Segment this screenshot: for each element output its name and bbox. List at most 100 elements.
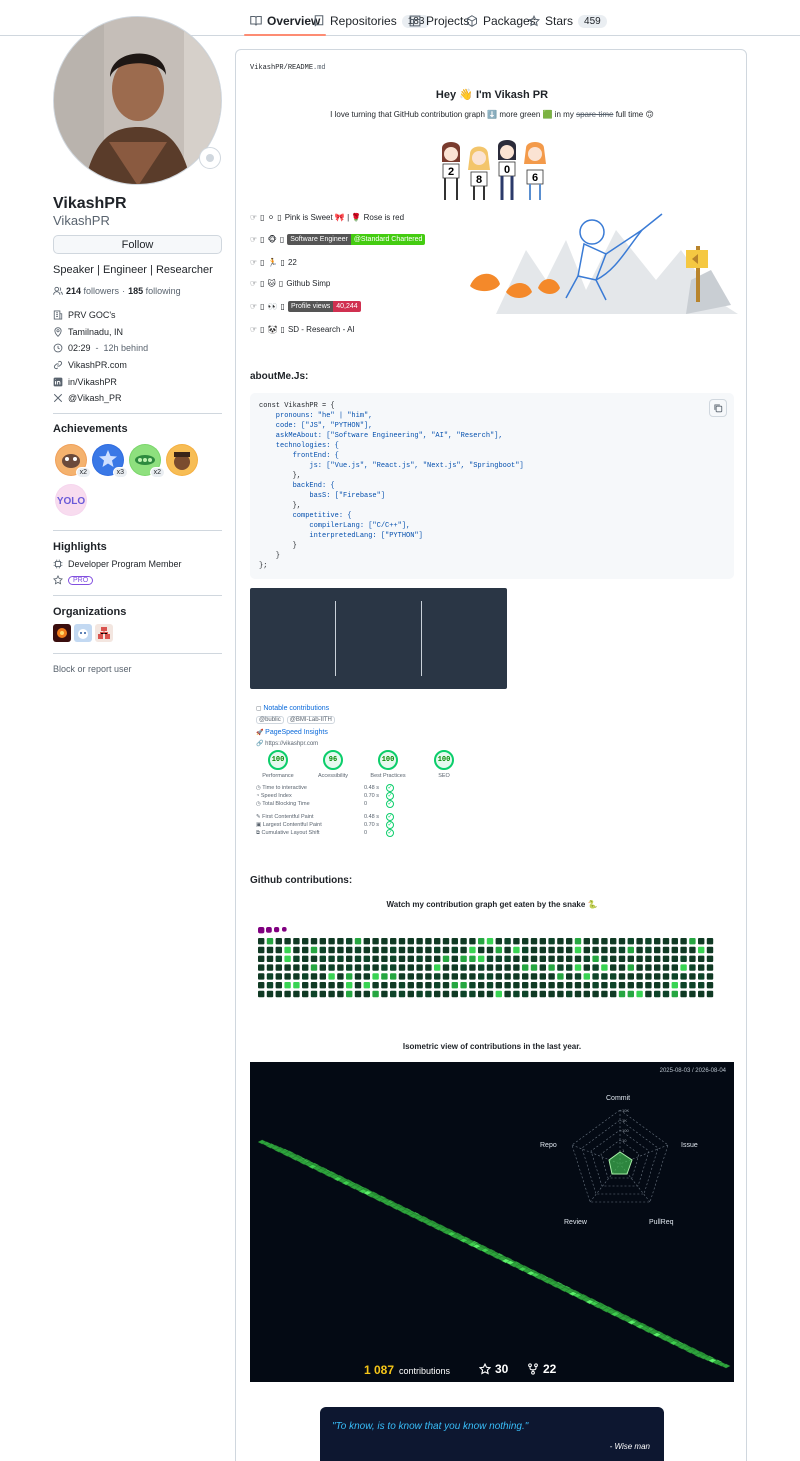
yolo-icon[interactable]: YOLO — [55, 484, 87, 516]
score-label: Accessibility — [318, 773, 348, 779]
contribution-cell — [654, 982, 661, 989]
copy-icon — [714, 404, 723, 413]
code-line: }; — [259, 562, 268, 570]
contribution-cell — [574, 955, 582, 962]
crumb-file[interactable]: README — [288, 64, 313, 72]
yolo-text: YOLO — [57, 496, 86, 507]
contribution-cell — [460, 982, 467, 989]
contribution-cell — [425, 946, 432, 954]
contribution-cell — [451, 964, 458, 971]
contribution-cell — [469, 964, 476, 971]
point-right-icon: ☞ — [250, 302, 258, 311]
contribution-cell — [416, 946, 423, 954]
starstruck-icon[interactable]: x3 — [92, 444, 128, 478]
contribution-cell — [337, 990, 344, 998]
contribution-cell — [662, 982, 670, 989]
contribution-cell — [636, 955, 643, 962]
contribution-cell — [354, 955, 362, 962]
contribution-cell — [522, 990, 529, 998]
pair-extraordinaire-icon[interactable]: x2 — [129, 444, 165, 478]
org-avatar-3[interactable] — [95, 624, 113, 642]
stars-total: 30 — [479, 1362, 508, 1376]
contribution-cell — [275, 990, 282, 998]
contribution-cell — [618, 938, 626, 945]
contribution-cell — [566, 938, 573, 945]
dark-stats-card — [250, 588, 507, 689]
quickdraw-icon[interactable] — [166, 444, 198, 476]
point-right-icon: ☞ — [250, 258, 258, 267]
contribution-cell — [258, 990, 265, 998]
achievements-heading[interactable]: Achievements — [53, 423, 128, 435]
code-line: code: ["JS", "PYTHON"], — [259, 422, 373, 430]
octocat-icon: 🐱 — [267, 279, 276, 288]
copy-code-button[interactable] — [709, 399, 727, 417]
crumb-user[interactable]: VikashPR — [250, 64, 284, 72]
about-code-block: const VikashPR = { pronouns: "he" | "him… — [250, 393, 734, 579]
contribution-cell — [706, 938, 714, 945]
contribution-cell — [451, 955, 458, 962]
contribution-cell — [486, 973, 494, 980]
snake-caption: Watch my contribution graph get eaten by… — [386, 900, 598, 909]
follow-button[interactable]: Follow — [53, 235, 222, 254]
contribution-cell — [337, 982, 344, 989]
counter-girl-4: 6 — [524, 142, 546, 200]
radar-tick: 10K — [622, 1108, 629, 1113]
contribution-cell — [416, 973, 423, 980]
org-chip[interactable]: @bublic — [256, 716, 284, 724]
org-avatar-1[interactable] — [53, 624, 71, 642]
org-avatar-2[interactable] — [74, 624, 92, 642]
tab-stars[interactable]: Stars 459 — [522, 8, 613, 34]
org-chip[interactable]: @BMI-Lab-IITH — [286, 716, 335, 724]
contribution-cell — [504, 946, 511, 954]
developer-program-link[interactable]: Developer Program Member — [68, 559, 182, 569]
quickdraw-art — [167, 445, 197, 475]
following-link[interactable]: 185 following — [128, 286, 181, 296]
followers-link[interactable]: 214 followers — [66, 286, 119, 296]
contribution-cell — [451, 946, 458, 954]
avatar[interactable] — [53, 16, 222, 185]
profile-full-name: VikashPR — [53, 195, 127, 212]
contribution-cell — [592, 955, 599, 962]
twitter-link[interactable]: @Vikash_PR — [68, 393, 122, 403]
contribution-cell — [266, 982, 274, 989]
contribution-cell — [407, 946, 414, 954]
contribution-cell — [390, 955, 397, 962]
contribution-cell — [293, 955, 300, 962]
contribution-cell — [495, 990, 502, 998]
contribution-cell — [434, 955, 441, 962]
divider — [53, 653, 222, 654]
contribution-cell — [434, 938, 441, 945]
pro-badge: PRO — [68, 575, 94, 585]
pro-row: PRO — [53, 575, 94, 585]
block-report-link[interactable]: Block or report user — [53, 664, 132, 674]
pagespeed-link[interactable]: PageSpeed Insights — [265, 729, 328, 736]
contribution-cell — [486, 938, 494, 945]
notable-contributions-link[interactable]: Notable contributions — [263, 705, 329, 712]
contribution-cell — [706, 982, 714, 989]
contribution-cell — [258, 946, 265, 954]
profile-views-shield[interactable]: Profile views 40,244 — [287, 301, 361, 312]
contribution-cell — [258, 955, 265, 962]
metric-label: Cumulative Layout Shift — [261, 830, 320, 836]
avatar-photo — [54, 17, 221, 184]
contribution-cell — [354, 938, 362, 945]
box-icon: ▯ — [280, 258, 285, 267]
contribution-cell — [574, 964, 582, 971]
linkedin-link[interactable]: in/VikashPR — [68, 377, 117, 387]
pagespeed-url: https://vikashpr.com — [265, 741, 319, 747]
contribution-cell — [381, 938, 388, 945]
achievement-count: x3 — [112, 467, 128, 478]
snake-contribution-grid — [258, 927, 714, 998]
contribution-cell — [689, 938, 696, 945]
job-shield[interactable]: Software Engineer @Standard Chartered — [287, 234, 426, 245]
contribution-cell — [266, 938, 274, 945]
status-emoji-button[interactable] — [199, 147, 221, 169]
contribution-cell — [706, 955, 714, 962]
contribution-cell — [381, 990, 388, 998]
website-link[interactable]: VikashPR.com — [68, 360, 127, 370]
contribution-cell — [601, 982, 608, 989]
pull-shark-icon[interactable]: x2 — [55, 444, 91, 478]
package-icon — [467, 15, 477, 27]
contribution-cell — [460, 973, 467, 980]
point-right-icon: ☞ — [250, 235, 258, 244]
